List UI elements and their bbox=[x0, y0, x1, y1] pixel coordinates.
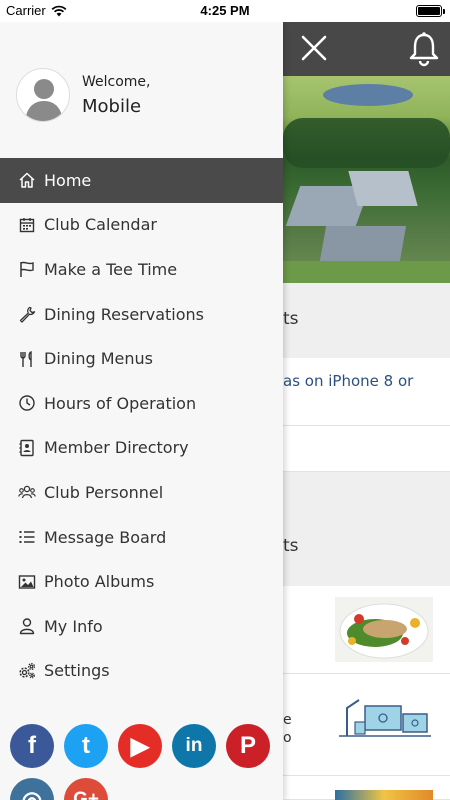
menu-item-label: Hours of Operation bbox=[44, 393, 197, 413]
blank-row bbox=[283, 426, 450, 472]
menu-item-settings[interactable]: Settings bbox=[0, 649, 283, 694]
menu-item-label: Message Board bbox=[44, 527, 167, 547]
menu-item-message-board[interactable]: Message Board bbox=[0, 515, 283, 560]
user-profile[interactable]: Welcome, Mobile bbox=[16, 68, 151, 122]
youtube-icon[interactable]: ▶ bbox=[118, 724, 162, 768]
card-text-a: e bbox=[283, 712, 292, 728]
menu-item-dining-menus[interactable]: Dining Menus bbox=[0, 336, 283, 381]
menu-item-label: Dining Menus bbox=[44, 349, 153, 369]
clock-icon bbox=[18, 394, 36, 412]
drawer-menu: Home Club Calendar Make a Tee Time Dining R… bbox=[0, 158, 283, 693]
status-time: 4:25 PM bbox=[200, 3, 250, 18]
card-text-b: o bbox=[283, 730, 292, 746]
hero-image bbox=[283, 76, 450, 283]
user-silhouette-icon bbox=[25, 79, 63, 121]
food-thumbnail bbox=[335, 597, 433, 662]
menu-item-club-personnel[interactable]: Club Personnel bbox=[0, 470, 283, 515]
menu-item-label: Home bbox=[44, 170, 92, 190]
welcome-label: Welcome, bbox=[82, 73, 151, 90]
section-header: ts bbox=[283, 283, 450, 358]
news-card-1[interactable] bbox=[283, 586, 450, 674]
menu-item-member-directory[interactable]: Member Directory bbox=[0, 426, 283, 471]
section-title: ts bbox=[283, 309, 299, 329]
google-plus-icon[interactable]: G+ bbox=[64, 778, 108, 800]
user-icon bbox=[18, 617, 36, 635]
gears-icon bbox=[18, 662, 36, 680]
battery-icon bbox=[416, 5, 445, 17]
announcement-link[interactable]: as on iPhone 8 or bbox=[283, 370, 413, 392]
menu-item-label: Photo Albums bbox=[44, 572, 155, 592]
menu-item-label: Member Directory bbox=[44, 438, 189, 458]
section-title-2: ts bbox=[283, 536, 299, 556]
bell-icon[interactable] bbox=[406, 30, 442, 68]
announcement-row[interactable]: as on iPhone 8 or bbox=[283, 358, 450, 426]
avatar bbox=[16, 68, 70, 122]
wrench-icon bbox=[18, 305, 36, 323]
menu-item-label: Club Personnel bbox=[44, 482, 164, 502]
close-icon[interactable] bbox=[296, 30, 332, 66]
calendar-icon bbox=[18, 216, 36, 234]
menu-item-label: Dining Reservations bbox=[44, 304, 204, 324]
twitter-icon[interactable]: t bbox=[64, 724, 108, 768]
menu-item-label: My Info bbox=[44, 616, 103, 636]
status-bar: Carrier 4:25 PM bbox=[0, 0, 450, 22]
devices-illustration bbox=[339, 699, 431, 737]
news-card-3[interactable] bbox=[283, 776, 450, 800]
image-icon bbox=[18, 573, 36, 591]
menu-item-label: Club Calendar bbox=[44, 215, 157, 235]
side-drawer: Welcome, Mobile Home Club Calendar Make a … bbox=[0, 22, 283, 800]
menu-item-label: Settings bbox=[44, 661, 110, 681]
home-icon bbox=[18, 171, 36, 189]
flag-icon bbox=[18, 260, 36, 278]
menu-item-photo-albums[interactable]: Photo Albums bbox=[0, 559, 283, 604]
users-icon bbox=[18, 483, 36, 501]
menu-item-make-a-tee-time[interactable]: Make a Tee Time bbox=[0, 247, 283, 292]
address-book-icon bbox=[18, 439, 36, 457]
linkedin-icon[interactable]: in bbox=[172, 724, 216, 768]
user-name: Mobile bbox=[82, 95, 142, 117]
menu-item-home[interactable]: Home bbox=[0, 158, 283, 203]
news-card-2[interactable]: e o bbox=[283, 674, 450, 776]
list-icon bbox=[18, 528, 36, 546]
menu-item-my-info[interactable]: My Info bbox=[0, 604, 283, 649]
utensils-icon bbox=[18, 350, 36, 368]
menu-item-dining-reservations[interactable]: Dining Reservations bbox=[0, 292, 283, 337]
instagram-icon[interactable]: ◎ bbox=[10, 778, 54, 800]
menu-item-label: Make a Tee Time bbox=[44, 259, 178, 279]
pinterest-icon[interactable]: P bbox=[226, 724, 270, 768]
menu-item-club-calendar[interactable]: Club Calendar bbox=[0, 203, 283, 248]
menu-item-hours-of-operation[interactable]: Hours of Operation bbox=[0, 381, 283, 426]
card-3-thumbnail bbox=[335, 790, 433, 800]
section-header-2: ts bbox=[283, 472, 450, 586]
facebook-icon[interactable]: f bbox=[10, 724, 54, 768]
